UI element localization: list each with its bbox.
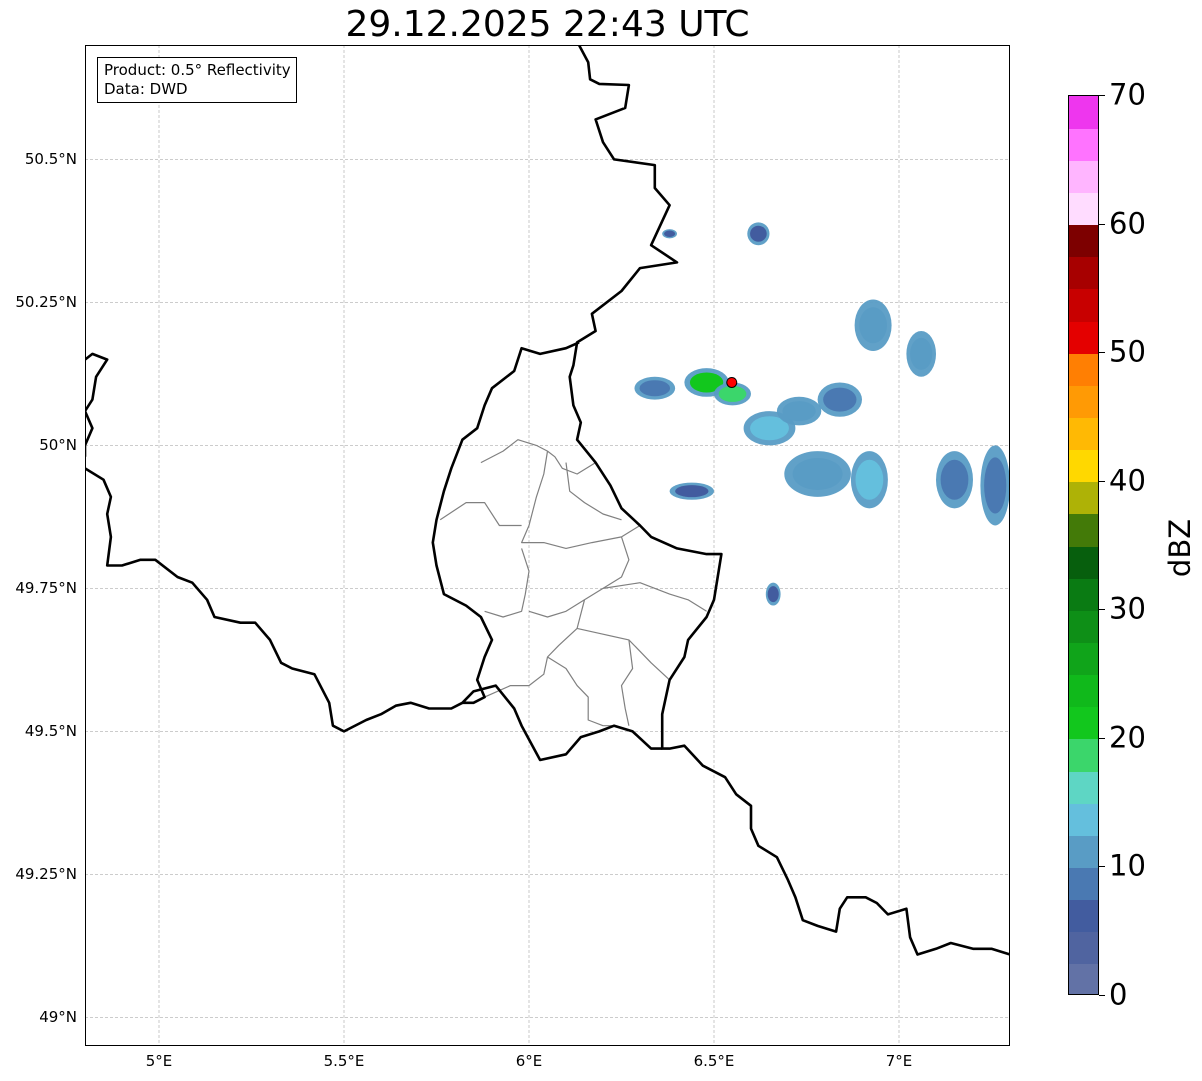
precipitation-layer [634,222,1010,606]
lat-label-1: 50.25°N [15,293,77,312]
colorbar-segment-2 [1069,899,1098,933]
country-border-1 [85,467,663,762]
colorbar-segment-3 [1069,867,1098,901]
info-product: Product: 0.5° Reflectivity [104,61,291,79]
colorbar-segment-11 [1069,610,1098,644]
colorbar-segment-15 [1069,481,1098,515]
lon-label-1: 5.5°E [323,1052,365,1070]
colorbar-tick-4 [1099,480,1105,482]
colorbar-segment-24 [1069,192,1098,226]
colorbar-segment-17 [1069,417,1098,451]
precip-echo-10 [940,459,969,500]
precip-echo-5 [823,387,857,412]
lat-label-6: 49°N [39,1008,77,1027]
precip-echo-12 [675,485,709,498]
colorbar-label: dBZ [1163,518,1197,578]
colorbar-segment-20 [1069,321,1098,354]
radar-site-marker[interactable] [726,376,738,388]
colorbar-segment-0 [1069,963,1098,994]
map-title: 29.12.2025 22:43 UTC [345,4,750,45]
colorbar-segment-26 [1069,128,1098,161]
info-data-source: Data: DWD [104,80,188,98]
colorbar-segment-16 [1069,449,1098,483]
precip-echo-6 [792,457,843,491]
colorbar-tick-6 [1099,223,1105,225]
colorbar [1068,95,1099,995]
district-borders [439,439,707,727]
colorbar-tick-label-0: 0 [1109,977,1128,1012]
colorbar-segment-25 [1069,160,1098,194]
colorbar-tick-label-7: 70 [1109,77,1146,112]
colorbar-tick-label-6: 60 [1109,206,1146,241]
district-border-7 [484,599,586,698]
colorbar-segment-27 [1069,96,1098,129]
colorbar-segment-4 [1069,835,1098,869]
colorbar-segment-1 [1069,931,1098,965]
lon-label-3: 6.5°E [693,1052,735,1070]
colorbar-segment-13 [1069,546,1098,579]
colorbar-segment-7 [1069,738,1098,772]
country-border-2 [85,352,109,457]
colorbar-tick-3 [1099,609,1105,611]
precip-echo-15 [767,586,779,603]
district-border-6 [602,582,707,612]
colorbar-tick-label-1: 10 [1109,848,1146,883]
precip-echo-9 [910,337,933,370]
precip-echo-13 [750,225,767,242]
precip-echo-7 [855,459,884,500]
colorbar-segment-12 [1069,578,1098,611]
radar-map[interactable] [85,45,1010,1046]
district-border-10 [620,639,634,726]
colorbar-segment-18 [1069,385,1098,419]
colorbar-segment-8 [1069,706,1098,740]
lon-label-4: 7°E [885,1052,913,1070]
precip-echo-14 [664,230,676,237]
district-border-4 [484,548,530,618]
precip-echo-11 [984,457,1007,514]
precip-echo-0 [639,380,671,397]
colorbar-tick-label-3: 30 [1109,591,1146,626]
radar-site-layer [726,376,738,388]
graticule [85,45,1010,1046]
luxembourg-border [431,341,580,705]
district-border-5 [528,536,630,618]
lat-label-4: 49.5°N [24,722,77,741]
colorbar-segment-9 [1069,674,1098,708]
map-frame[interactable] [85,45,1010,1046]
colorbar-tick-label-4: 40 [1109,463,1146,498]
info-box: Product: 0.5° Reflectivity Data: DWD [97,57,297,103]
lon-label-2: 6°E [515,1052,543,1070]
colorbar-tick-5 [1099,352,1105,354]
colorbar-tick-7 [1099,95,1105,96]
district-border-3 [439,502,522,527]
precip-echo-4 [782,401,816,422]
colorbar-tick-label-5: 50 [1109,334,1146,369]
precip-echo-2 [718,385,747,402]
colorbar-tick-1 [1099,866,1105,868]
colorbar-segment-21 [1069,288,1098,322]
colorbar-segment-5 [1069,803,1098,836]
lon-label-0: 5°E [145,1052,173,1070]
colorbar-segment-10 [1069,642,1098,676]
district-border-9 [547,656,615,727]
colorbar-tick-label-2: 20 [1109,720,1146,755]
lat-label-0: 50.5°N [24,150,77,169]
colorbar-segment-22 [1069,256,1098,290]
colorbar-tick-2 [1099,737,1105,739]
lat-label-5: 49.25°N [15,865,77,884]
colorbar-segment-23 [1069,224,1098,258]
colorbar-segment-19 [1069,353,1098,386]
district-border-8 [576,627,671,681]
lat-label-3: 49.75°N [15,579,77,598]
district-border-0 [480,439,596,475]
colorbar-segment-6 [1069,771,1098,804]
precip-echo-8 [859,307,887,344]
colorbar-tick-0 [1099,995,1105,996]
colorbar-segment-14 [1069,513,1098,547]
lat-label-2: 50°N [39,436,77,455]
